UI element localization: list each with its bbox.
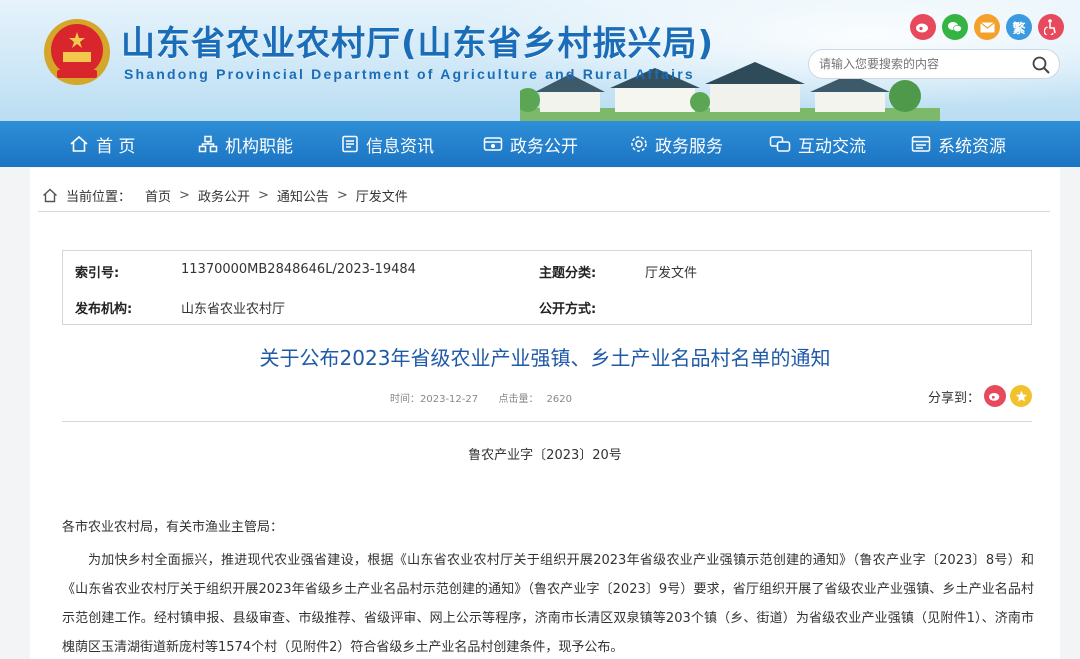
- nav-item-interact[interactable]: 互动交流: [769, 121, 866, 167]
- open-icon: [483, 137, 503, 151]
- chat-icon: [769, 136, 791, 152]
- breadcrumb-link-notice[interactable]: 通知公告: [277, 186, 329, 205]
- publisher-value: 山东省农业农村厅: [181, 302, 286, 317]
- share-label: 分享到：: [928, 390, 981, 406]
- search-icon[interactable]: [1031, 55, 1051, 75]
- time-label: 时间：: [390, 394, 420, 405]
- wechat-icon[interactable]: [942, 14, 968, 40]
- system-icon: [911, 136, 931, 152]
- nav-label: 政务公开: [510, 136, 578, 157]
- divider: [38, 211, 1050, 212]
- hits-value: 2620: [546, 394, 572, 405]
- service-icon: [631, 136, 647, 152]
- divider: [62, 421, 1032, 422]
- topic-label: 主题分类:: [539, 266, 597, 281]
- breadcrumb-prefix: 当前位置：: [66, 190, 132, 205]
- site-title: 山东省农业农村厅(山东省乡村振兴局): [121, 24, 715, 64]
- content-panel: 当前位置： 首页 > 政务公开 > 通知公告 > 厅发文件 索引号: 11370…: [30, 168, 1060, 659]
- main-nav: 首 页 机构职能 信息资讯 政务公开 政务服务 互动交流 系统资源: [0, 121, 1080, 167]
- nav-label: 互动交流: [798, 136, 866, 157]
- nav-item-open[interactable]: 政务公开: [483, 121, 578, 167]
- document-meta-table: 索引号: 11370000MB2848646L/2023-19484 主题分类:…: [62, 250, 1032, 325]
- breadcrumb: 当前位置： 首页 > 政务公开 > 通知公告 > 厅发文件: [42, 186, 408, 205]
- home-icon: [43, 188, 57, 203]
- nav-label: 首 页: [96, 136, 136, 157]
- traditional-chinese-button[interactable]: 繁: [1006, 14, 1032, 40]
- article-info: 时间：2023-12-27 点击量： 2620: [390, 390, 572, 405]
- document-number: 鲁农产业字〔2023〕20号: [468, 448, 622, 463]
- share-bar: 分享到：: [928, 385, 1033, 407]
- site-subtitle: Shandong Provincial Department of Agricu…: [124, 66, 695, 82]
- breadcrumb-link-open[interactable]: 政务公开: [198, 186, 250, 205]
- article-title: 关于公布2023年省级农业产业强镇、乡土产业名品村名单的通知: [259, 346, 831, 370]
- public-method-label: 公开方式:: [539, 302, 597, 317]
- breadcrumb-separator: >: [257, 188, 269, 203]
- nav-label: 系统资源: [938, 136, 1006, 157]
- share-weibo-icon[interactable]: [984, 385, 1007, 407]
- breadcrumb-separator: >: [336, 188, 348, 203]
- search-input[interactable]: [809, 57, 1024, 71]
- national-emblem-icon: [44, 19, 110, 85]
- search-box: [808, 49, 1060, 79]
- nav-label: 信息资讯: [366, 136, 434, 157]
- nav-item-system[interactable]: 系统资源: [911, 121, 1006, 167]
- nav-item-service[interactable]: 政务服务: [630, 121, 723, 167]
- accessibility-icon[interactable]: [1038, 14, 1064, 40]
- publisher-label: 发布机构:: [75, 302, 133, 317]
- nav-label: 机构职能: [225, 136, 293, 157]
- weibo-icon[interactable]: [910, 14, 936, 40]
- topic-value: 厅发文件: [645, 266, 698, 281]
- hits-label: 点击量：: [498, 394, 539, 405]
- share-qzone-icon[interactable]: [1010, 385, 1033, 407]
- doc-icon: [342, 135, 358, 153]
- breadcrumb-link-home[interactable]: 首页: [145, 186, 171, 205]
- nav-label: 政务服务: [655, 136, 723, 157]
- home-icon: [70, 135, 88, 152]
- social-links: 繁: [910, 14, 1064, 40]
- salutation: 各市农业农村局，有关市渔业主管局：: [62, 520, 284, 535]
- article-body: 为加快乡村全面振兴，推进现代农业强省建设，根据《山东省农业农村厅关于组织开展20…: [62, 553, 1034, 655]
- site-header: 山东省农业农村厅(山东省乡村振兴局) Shandong Provincial D…: [0, 0, 1080, 121]
- breadcrumb-separator: >: [179, 188, 190, 203]
- breadcrumb-link-docs[interactable]: 厅发文件: [356, 186, 408, 205]
- index-value: 11370000MB2848646L/2023-19484: [181, 262, 416, 277]
- mail-icon[interactable]: [974, 14, 1000, 40]
- nav-item-home[interactable]: 首 页: [69, 121, 135, 167]
- org-icon: [198, 135, 218, 153]
- index-label: 索引号:: [75, 266, 120, 281]
- nav-item-org[interactable]: 机构职能: [198, 121, 293, 167]
- time-value: 2023-12-27: [420, 394, 479, 405]
- nav-item-news[interactable]: 信息资讯: [341, 121, 434, 167]
